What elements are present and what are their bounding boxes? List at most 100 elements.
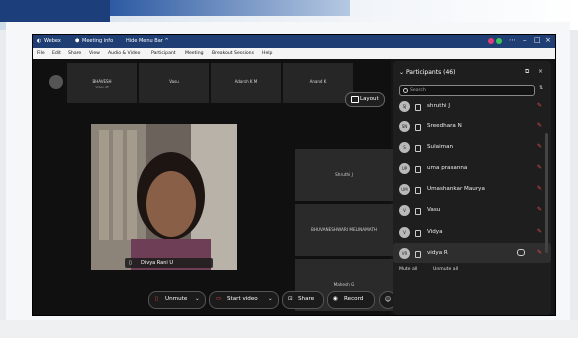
- participant-row[interactable]: SN Sreedhara N ✎: [393, 116, 551, 136]
- participant-name: Vasu: [427, 207, 441, 213]
- participant-name: Sreedhara N: [427, 123, 462, 129]
- menu-participant[interactable]: Participant: [151, 51, 176, 56]
- shield-icon: ⬢: [75, 38, 80, 44]
- record-icon: ◉: [333, 296, 338, 302]
- mute-all-button[interactable]: Mute all: [399, 267, 417, 272]
- avatar: SJ: [399, 101, 410, 112]
- participant-row-selected[interactable]: VR vidya R ✎: [393, 243, 551, 263]
- phone-icon: [415, 166, 421, 173]
- search-placeholder: Search: [410, 87, 426, 93]
- mic-muted-icon[interactable]: ✎: [537, 249, 542, 256]
- share-button[interactable]: ⊡ Share: [282, 291, 324, 309]
- tile-name: Mahesh G: [333, 282, 355, 287]
- record-button[interactable]: ◉ Record: [327, 291, 375, 309]
- avatar: UM: [399, 184, 410, 195]
- avatar: S: [399, 142, 410, 153]
- participant-tile[interactable]: BHUVANESHWARI MELINAMATH: [295, 204, 393, 256]
- menu-file[interactable]: File: [37, 51, 45, 56]
- mic-muted-icon[interactable]: ✎: [537, 206, 542, 213]
- menu-edit[interactable]: Edit: [52, 51, 61, 56]
- participant-row[interactable]: V Vasu ✎: [393, 200, 551, 220]
- strip-tile-status: Video off: [95, 85, 109, 89]
- participants-panel: ⌄ Participants (46) ⧉ × Search ⇅ SJ shru…: [393, 61, 551, 315]
- hide-menu-bar-button[interactable]: Hide Menu Bar ^: [126, 38, 169, 44]
- avatar: VR: [399, 248, 410, 259]
- mic-muted-icon[interactable]: ✎: [537, 185, 542, 192]
- participant-name: Umashankar Maurya: [427, 186, 485, 192]
- strip-tile-name: BHAVESH: [92, 79, 112, 84]
- participants-title: Participants (46): [405, 69, 456, 76]
- title-bar: ◐ Webex ⬢ Meeting info Hide Menu Bar ^ ⋯…: [33, 35, 555, 48]
- mic-muted-icon: ▯: [129, 260, 132, 266]
- chevron-down-icon: ⌄: [268, 296, 273, 302]
- strip-tile[interactable]: Vasu: [139, 63, 209, 103]
- avatar: UP: [399, 163, 410, 174]
- status-dot-pink-icon: [488, 38, 494, 44]
- strip-tile[interactable]: BHAVESH Video off: [67, 63, 137, 103]
- sort-icon[interactable]: ⇅: [539, 85, 543, 91]
- menu-help[interactable]: Help: [262, 51, 272, 56]
- share-label: Share: [298, 296, 315, 302]
- record-label: Record: [344, 296, 364, 302]
- menu-share[interactable]: Share: [68, 51, 81, 56]
- menu-view[interactable]: View: [89, 51, 100, 56]
- maximize-button[interactable]: □: [534, 36, 541, 44]
- strip-tile-name: Vasu: [169, 79, 179, 84]
- close-panel-icon[interactable]: ×: [538, 68, 543, 75]
- share-icon: ⊡: [288, 296, 293, 302]
- menu-breakout-sessions[interactable]: Breakout Sessions: [212, 51, 254, 56]
- strip-tile-name: Adarsh K M: [234, 79, 258, 84]
- unmute-button[interactable]: ▯ Unmute ⌄: [148, 291, 206, 309]
- search-icon: [403, 88, 408, 93]
- participants-scrollbar[interactable]: [545, 133, 548, 253]
- app-title: Webex: [44, 38, 61, 44]
- strip-tile[interactable]: Adarsh K M: [211, 63, 281, 103]
- strip-tile[interactable]: Anand K: [283, 63, 353, 103]
- chat-icon[interactable]: [517, 249, 525, 256]
- avatar: V: [399, 227, 410, 238]
- tile-name: Shruthi J: [335, 172, 353, 177]
- tile-name: BHUVANESHWARI MELINAMATH: [310, 227, 378, 232]
- participant-search-input[interactable]: Search: [399, 85, 535, 96]
- meeting-info-button[interactable]: Meeting info: [82, 38, 113, 44]
- participant-name: Vidya: [427, 229, 443, 235]
- layout-icon: [351, 96, 359, 103]
- participant-row[interactable]: UP uma prasanna ✎: [393, 158, 551, 178]
- webex-window: ◐ Webex ⬢ Meeting info Hide Menu Bar ^ ⋯…: [32, 34, 556, 316]
- start-video-label: Start video: [227, 296, 258, 302]
- mic-muted-icon[interactable]: ✎: [537, 143, 542, 150]
- video-feed-image: [91, 124, 237, 270]
- mic-off-icon: ▯: [155, 296, 159, 302]
- smiley-icon: ☺: [384, 296, 392, 303]
- menu-meeting[interactable]: Meeting: [185, 51, 204, 56]
- phone-icon: [415, 124, 421, 131]
- self-avatar: [49, 75, 63, 89]
- webex-logo-icon: ◐: [37, 38, 42, 44]
- chevron-down-icon: ⌄: [195, 296, 200, 302]
- popout-icon[interactable]: ⧉: [525, 68, 529, 76]
- more-icon[interactable]: ⋯: [509, 36, 516, 44]
- close-button[interactable]: ×: [545, 36, 551, 44]
- phone-icon: [415, 104, 421, 111]
- participant-row[interactable]: S Sulaiman ✎: [393, 137, 551, 157]
- participant-row[interactable]: V Vidya ✎: [393, 222, 551, 242]
- main-video[interactable]: ▯ Divya Rani U: [91, 124, 237, 270]
- participant-row[interactable]: SJ shruthi J ✎: [393, 96, 551, 116]
- unmute-all-button[interactable]: Unmute all: [433, 267, 458, 272]
- video-name: Divya Rani U: [141, 260, 174, 266]
- menu-bar: File Edit Share View Audio & Video Parti…: [33, 48, 555, 59]
- phone-icon: [415, 187, 421, 194]
- participant-row[interactable]: UM Umashankar Maurya ✎: [393, 179, 551, 199]
- mic-muted-icon[interactable]: ✎: [537, 164, 542, 171]
- layout-button[interactable]: Layout: [345, 92, 385, 107]
- menu-audio-video[interactable]: Audio & Video: [108, 51, 140, 56]
- participants-title-row[interactable]: ⌄ Participants (46): [399, 69, 455, 76]
- participant-tile[interactable]: Shruthi J: [295, 149, 393, 201]
- mic-muted-icon[interactable]: ✎: [537, 228, 542, 235]
- mic-muted-icon[interactable]: ✎: [537, 102, 542, 109]
- participant-name: Sulaiman: [427, 144, 454, 150]
- start-video-button[interactable]: ▭ Start video ⌄: [209, 291, 279, 309]
- minimize-button[interactable]: –: [523, 36, 527, 44]
- mic-muted-icon[interactable]: ✎: [537, 122, 542, 129]
- browser-header-gradient: [110, 0, 350, 16]
